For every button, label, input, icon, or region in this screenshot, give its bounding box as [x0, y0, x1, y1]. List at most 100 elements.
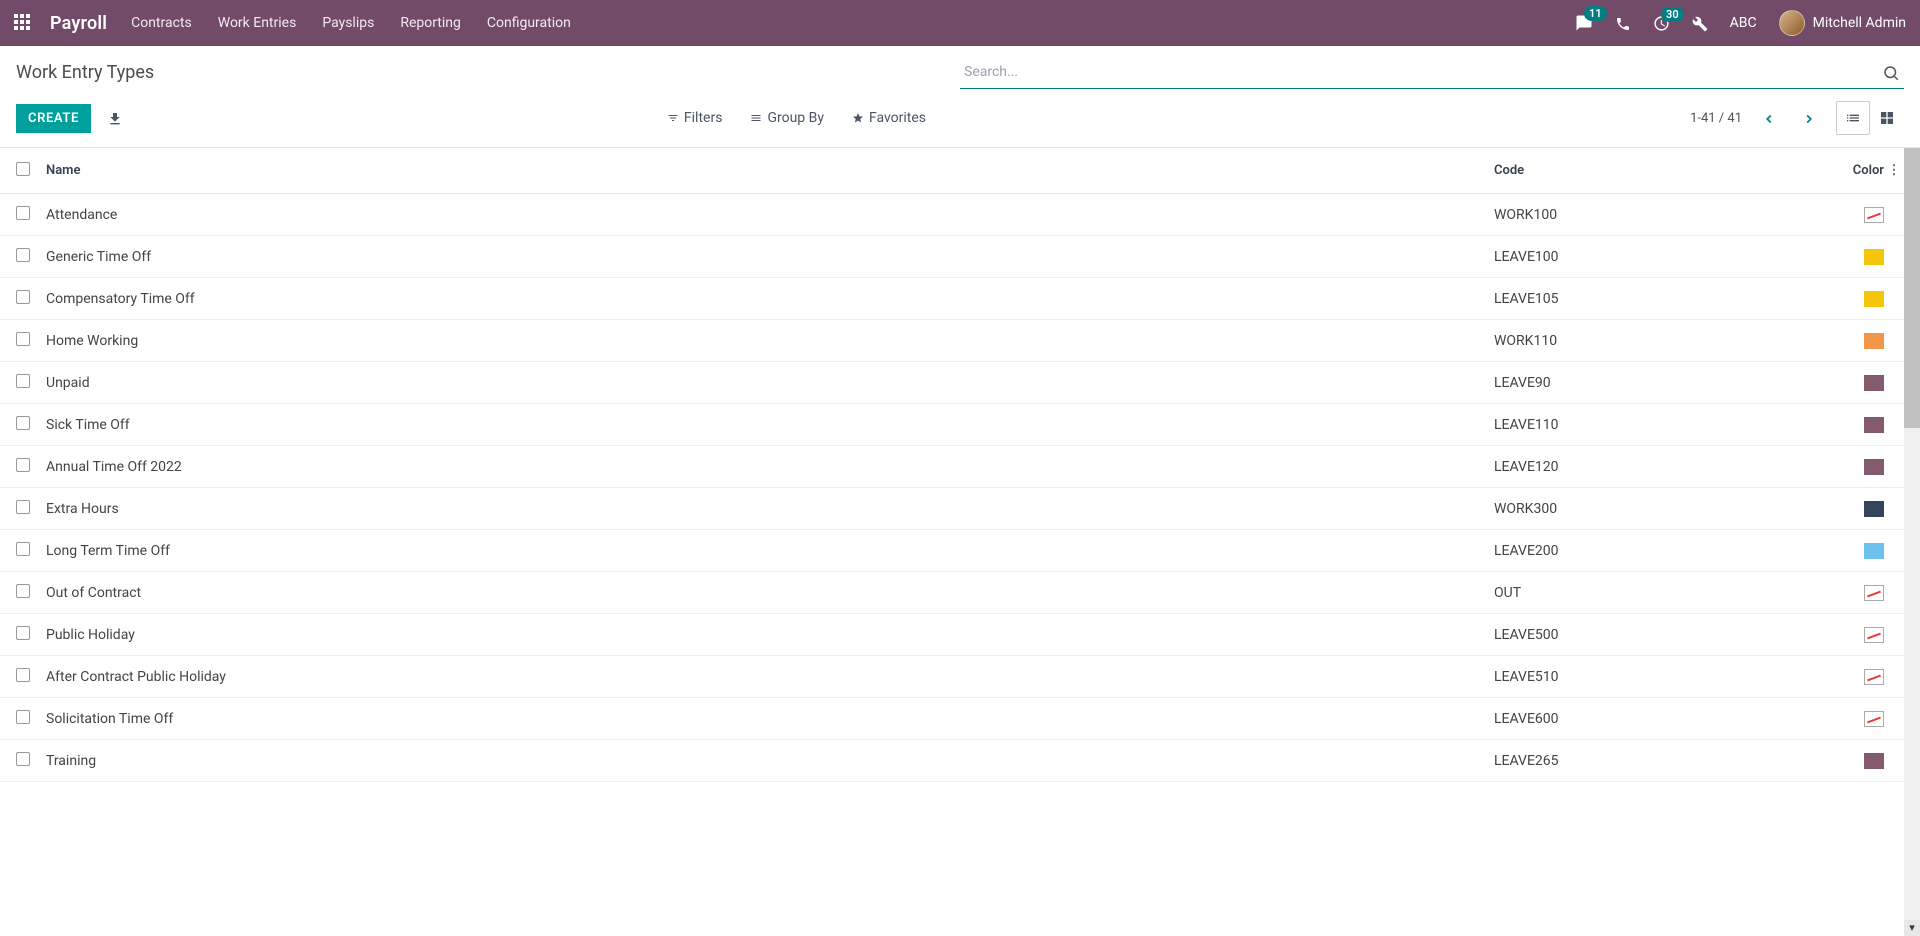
view-list-button[interactable]: [1836, 101, 1870, 135]
menu-reporting[interactable]: Reporting: [400, 15, 461, 31]
groupby-label: Group By: [767, 110, 824, 126]
table-row[interactable]: Home WorkingWORK110: [0, 320, 1920, 362]
cell-name: Solicitation Time Off: [46, 711, 1494, 727]
cell-name: Home Working: [46, 333, 1494, 349]
pager-text[interactable]: 1-41 / 41: [1690, 111, 1742, 126]
color-swatch: [1864, 207, 1884, 223]
color-swatch: [1864, 291, 1884, 307]
cell-code: OUT: [1494, 585, 1794, 601]
table-row[interactable]: After Contract Public HolidayLEAVE510: [0, 656, 1920, 698]
header-code[interactable]: Code: [1494, 163, 1794, 178]
cell-code: LEAVE105: [1494, 291, 1794, 307]
scrollbar-down-arrow[interactable]: ▾: [1904, 920, 1920, 936]
table-row[interactable]: TrainingLEAVE265: [0, 740, 1920, 782]
cell-code: LEAVE200: [1494, 543, 1794, 559]
color-swatch: [1864, 501, 1884, 517]
row-checkbox[interactable]: [16, 584, 30, 598]
groupby-button[interactable]: Group By: [750, 110, 824, 126]
debug-icon[interactable]: [1692, 14, 1708, 32]
app-name[interactable]: Payroll: [50, 13, 107, 34]
table-row[interactable]: Annual Time Off 2022LEAVE120: [0, 446, 1920, 488]
pager-next[interactable]: [1796, 105, 1822, 132]
filters-button[interactable]: Filters: [667, 110, 723, 126]
cell-code: LEAVE100: [1494, 249, 1794, 265]
row-checkbox[interactable]: [16, 668, 30, 682]
scrollbar-thumb[interactable]: [1904, 148, 1920, 428]
row-checkbox[interactable]: [16, 374, 30, 388]
main-menu: Contracts Work Entries Payslips Reportin…: [131, 15, 571, 31]
table-row[interactable]: Long Term Time OffLEAVE200: [0, 530, 1920, 572]
table-row[interactable]: Out of ContractOUT: [0, 572, 1920, 614]
color-swatch: [1864, 753, 1884, 769]
row-checkbox[interactable]: [16, 290, 30, 304]
cell-color: [1794, 290, 1884, 306]
table-row[interactable]: UnpaidLEAVE90: [0, 362, 1920, 404]
phone-icon[interactable]: [1615, 14, 1631, 32]
menu-payslips[interactable]: Payslips: [322, 15, 374, 31]
messages-badge: 11: [1584, 6, 1607, 21]
row-checkbox[interactable]: [16, 458, 30, 472]
pager-prev[interactable]: [1756, 105, 1782, 132]
table-row[interactable]: AttendanceWORK100: [0, 194, 1920, 236]
table-row[interactable]: Extra HoursWORK300: [0, 488, 1920, 530]
row-checkbox[interactable]: [16, 416, 30, 430]
row-checkbox[interactable]: [16, 248, 30, 262]
color-swatch: [1864, 333, 1884, 349]
row-checkbox[interactable]: [16, 500, 30, 514]
cp-row-bottom: CREATE Filters Group By Favorites 1-41 /…: [0, 89, 1920, 147]
row-checkbox[interactable]: [16, 626, 30, 640]
column-options-icon[interactable]: ⋮: [1884, 163, 1904, 178]
row-checkbox[interactable]: [16, 206, 30, 220]
cell-color: [1794, 206, 1884, 222]
row-checkbox[interactable]: [16, 752, 30, 766]
table-row[interactable]: Generic Time OffLEAVE100: [0, 236, 1920, 278]
row-checkbox[interactable]: [16, 332, 30, 346]
cell-color: [1794, 248, 1884, 264]
cell-name: Attendance: [46, 207, 1494, 223]
cell-color: [1794, 626, 1884, 642]
cell-name: Sick Time Off: [46, 417, 1494, 433]
cell-name: Unpaid: [46, 375, 1494, 391]
cell-color: [1794, 416, 1884, 432]
cell-color: [1794, 542, 1884, 558]
cell-name: Annual Time Off 2022: [46, 459, 1494, 475]
select-all-checkbox[interactable]: [16, 162, 30, 176]
top-navbar: Payroll Contracts Work Entries Payslips …: [0, 0, 1920, 46]
cell-color: [1794, 584, 1884, 600]
search-button[interactable]: [1878, 60, 1904, 86]
color-swatch: [1864, 375, 1884, 391]
search-area: [960, 56, 1904, 89]
export-button[interactable]: [103, 105, 127, 131]
messages-icon[interactable]: 11: [1575, 14, 1593, 32]
view-kanban-button[interactable]: [1870, 101, 1904, 135]
color-swatch: [1864, 249, 1884, 265]
filters-label: Filters: [684, 110, 723, 126]
header-name[interactable]: Name: [46, 163, 1494, 178]
menu-work-entries[interactable]: Work Entries: [218, 15, 297, 31]
search-input[interactable]: [960, 56, 1904, 88]
apps-icon[interactable]: [14, 14, 32, 32]
table-row[interactable]: Solicitation Time OffLEAVE600: [0, 698, 1920, 740]
activities-icon[interactable]: 30: [1653, 15, 1670, 32]
company-selector[interactable]: ABC: [1730, 15, 1757, 31]
cell-color: [1794, 374, 1884, 390]
table-wrap: Name Code Color ⋮ AttendanceWORK100Gener…: [0, 148, 1920, 936]
scrollbar[interactable]: ▾: [1904, 148, 1920, 936]
menu-configuration[interactable]: Configuration: [487, 15, 571, 31]
row-checkbox[interactable]: [16, 542, 30, 556]
header-color[interactable]: Color: [1794, 163, 1884, 178]
table-row[interactable]: Compensatory Time OffLEAVE105: [0, 278, 1920, 320]
row-checkbox[interactable]: [16, 710, 30, 724]
control-panel: Work Entry Types CREATE Filters Group By: [0, 46, 1920, 148]
table-row[interactable]: Sick Time OffLEAVE110: [0, 404, 1920, 446]
table-row[interactable]: Public HolidayLEAVE500: [0, 614, 1920, 656]
color-swatch: [1864, 543, 1884, 559]
cell-code: LEAVE110: [1494, 417, 1794, 433]
cp-search-options: Filters Group By Favorites: [127, 110, 1690, 126]
color-swatch: [1864, 711, 1884, 727]
cp-row-top: Work Entry Types: [0, 46, 1920, 89]
create-button[interactable]: CREATE: [16, 104, 91, 133]
favorites-button[interactable]: Favorites: [852, 110, 926, 126]
user-menu[interactable]: Mitchell Admin: [1779, 10, 1906, 36]
menu-contracts[interactable]: Contracts: [131, 15, 192, 31]
